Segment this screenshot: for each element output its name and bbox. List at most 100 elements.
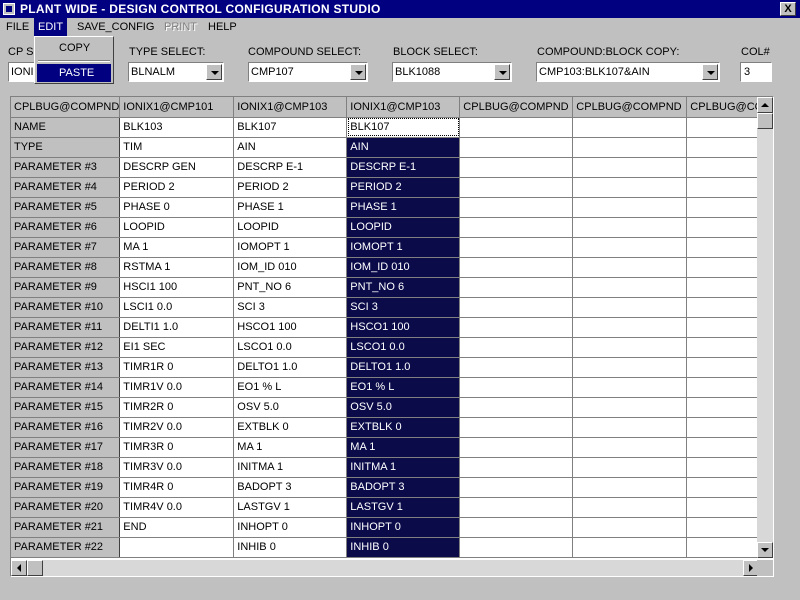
grid-cell[interactable] [686, 277, 765, 298]
grid-cell[interactable]: INHIB 0 [233, 537, 348, 558]
grid-cell[interactable] [459, 377, 574, 398]
grid-cell-selected[interactable]: SCI 3 [346, 297, 461, 318]
grid-cell[interactable] [572, 257, 688, 278]
grid-cell[interactable] [686, 137, 765, 158]
row-header[interactable]: PARAMETER #4 [11, 177, 121, 198]
column-header[interactable]: CPLBUG@COMPND [459, 97, 574, 118]
grid-cell[interactable] [459, 217, 574, 238]
grid-cell[interactable]: DESCRP E-1 [233, 157, 348, 178]
grid-cell-selected[interactable]: EO1 % L [346, 377, 461, 398]
grid-cell[interactable] [459, 197, 574, 218]
row-header[interactable]: NAME [11, 117, 121, 138]
vertical-scrollbar[interactable] [757, 97, 773, 558]
grid-cell[interactable] [572, 197, 688, 218]
grid-cell[interactable] [686, 317, 765, 338]
row-header[interactable]: PARAMETER #11 [11, 317, 121, 338]
column-header[interactable]: IONIX1@CMP101 [119, 97, 235, 118]
menu-item-paste[interactable]: PASTE [37, 64, 111, 82]
grid-cell[interactable] [686, 297, 765, 318]
grid-cell[interactable] [686, 357, 765, 378]
grid-cell[interactable] [459, 497, 574, 518]
row-header[interactable]: PARAMETER #17 [11, 437, 121, 458]
grid-cell-selected[interactable]: BLK107 [346, 117, 461, 138]
chevron-down-icon[interactable] [494, 64, 510, 80]
grid-cell[interactable]: TIMR1V 0.0 [119, 377, 235, 398]
grid-cell-selected[interactable]: INITMA 1 [346, 457, 461, 478]
grid-cell[interactable]: TIMR2R 0 [119, 397, 235, 418]
grid-cell-selected[interactable]: OSV 5.0 [346, 397, 461, 418]
grid-cell-selected[interactable]: INHIB 0 [346, 537, 461, 558]
grid-cell[interactable] [459, 177, 574, 198]
grid-cell[interactable] [686, 457, 765, 478]
grid-cell[interactable] [459, 457, 574, 478]
row-header[interactable]: PARAMETER #5 [11, 197, 121, 218]
grid-cell[interactable] [572, 537, 688, 558]
grid-cell[interactable]: LSCO1 0.0 [233, 337, 348, 358]
menu-help[interactable]: HELP [204, 18, 241, 36]
grid-cell[interactable] [459, 297, 574, 318]
grid-cell[interactable] [459, 137, 574, 158]
grid-cell[interactable]: BADOPT 3 [233, 477, 348, 498]
block-select-combo[interactable]: BLK1088 [392, 62, 512, 82]
grid-cell[interactable]: INITMA 1 [233, 457, 348, 478]
grid-cell[interactable] [572, 337, 688, 358]
row-header[interactable]: PARAMETER #3 [11, 157, 121, 178]
grid-cell[interactable]: END [119, 517, 235, 538]
grid-cell[interactable] [572, 517, 688, 538]
grid-cell[interactable] [572, 477, 688, 498]
chevron-down-icon[interactable] [702, 64, 718, 80]
row-header[interactable]: PARAMETER #19 [11, 477, 121, 498]
grid-cell[interactable]: TIMR3R 0 [119, 437, 235, 458]
grid-cell[interactable] [572, 317, 688, 338]
column-header[interactable]: CPLBUG@CO [686, 97, 765, 118]
grid-cell[interactable]: DELTO1 1.0 [233, 357, 348, 378]
grid-cell[interactable] [459, 157, 574, 178]
grid-cell[interactable]: TIMR2V 0.0 [119, 417, 235, 438]
scroll-left-icon[interactable] [11, 560, 27, 576]
grid-cell[interactable] [459, 317, 574, 338]
chevron-down-icon[interactable] [206, 64, 222, 80]
grid-cell[interactable] [686, 397, 765, 418]
row-header[interactable]: PARAMETER #7 [11, 237, 121, 258]
grid-cell[interactable]: DESCRP GEN [119, 157, 235, 178]
grid-cell[interactable]: PNT_NO 6 [233, 277, 348, 298]
grid-cell[interactable] [459, 537, 574, 558]
grid-cell[interactable] [686, 477, 765, 498]
grid-cell[interactable] [572, 157, 688, 178]
grid-cell-selected[interactable]: IOM_ID 010 [346, 257, 461, 278]
grid-cell[interactable]: PERIOD 2 [233, 177, 348, 198]
grid-cell[interactable] [572, 457, 688, 478]
grid-cell[interactable] [686, 537, 765, 558]
grid-cell[interactable] [119, 537, 235, 558]
grid-cell[interactable] [572, 297, 688, 318]
grid-cell[interactable]: LSCI1 0.0 [119, 297, 235, 318]
grid-cell[interactable] [572, 117, 688, 138]
grid-cell-selected[interactable]: IOMOPT 1 [346, 237, 461, 258]
grid-cell[interactable] [686, 157, 765, 178]
grid-cell[interactable]: LOOPID [119, 217, 235, 238]
menu-print[interactable]: PRINT [160, 18, 201, 36]
grid-cell[interactable]: PERIOD 2 [119, 177, 235, 198]
grid-cell[interactable]: SCI 3 [233, 297, 348, 318]
row-header[interactable]: TYPE [11, 137, 121, 158]
grid-cell-selected[interactable]: INHOPT 0 [346, 517, 461, 538]
grid-cell-selected[interactable]: PHASE 1 [346, 197, 461, 218]
grid-cell[interactable] [572, 177, 688, 198]
row-header[interactable]: PARAMETER #22 [11, 537, 121, 558]
grid-cell[interactable] [686, 437, 765, 458]
grid-cell[interactable] [686, 217, 765, 238]
row-header[interactable]: PARAMETER #10 [11, 297, 121, 318]
grid-cell[interactable] [686, 197, 765, 218]
grid-cell[interactable] [459, 397, 574, 418]
grid-cell[interactable] [572, 137, 688, 158]
grid-cell[interactable] [459, 477, 574, 498]
column-header[interactable]: IONIX1@CMP103 [346, 97, 461, 118]
menu-save-config[interactable]: SAVE_CONFIG [73, 18, 158, 36]
grid-cell[interactable] [686, 377, 765, 398]
menu-edit[interactable]: EDIT [34, 18, 68, 36]
grid-cell[interactable]: PHASE 0 [119, 197, 235, 218]
grid-cell-selected[interactable]: BADOPT 3 [346, 477, 461, 498]
grid-cell[interactable]: BLK103 [119, 117, 235, 138]
grid-cell[interactable] [459, 337, 574, 358]
row-header[interactable]: PARAMETER #18 [11, 457, 121, 478]
